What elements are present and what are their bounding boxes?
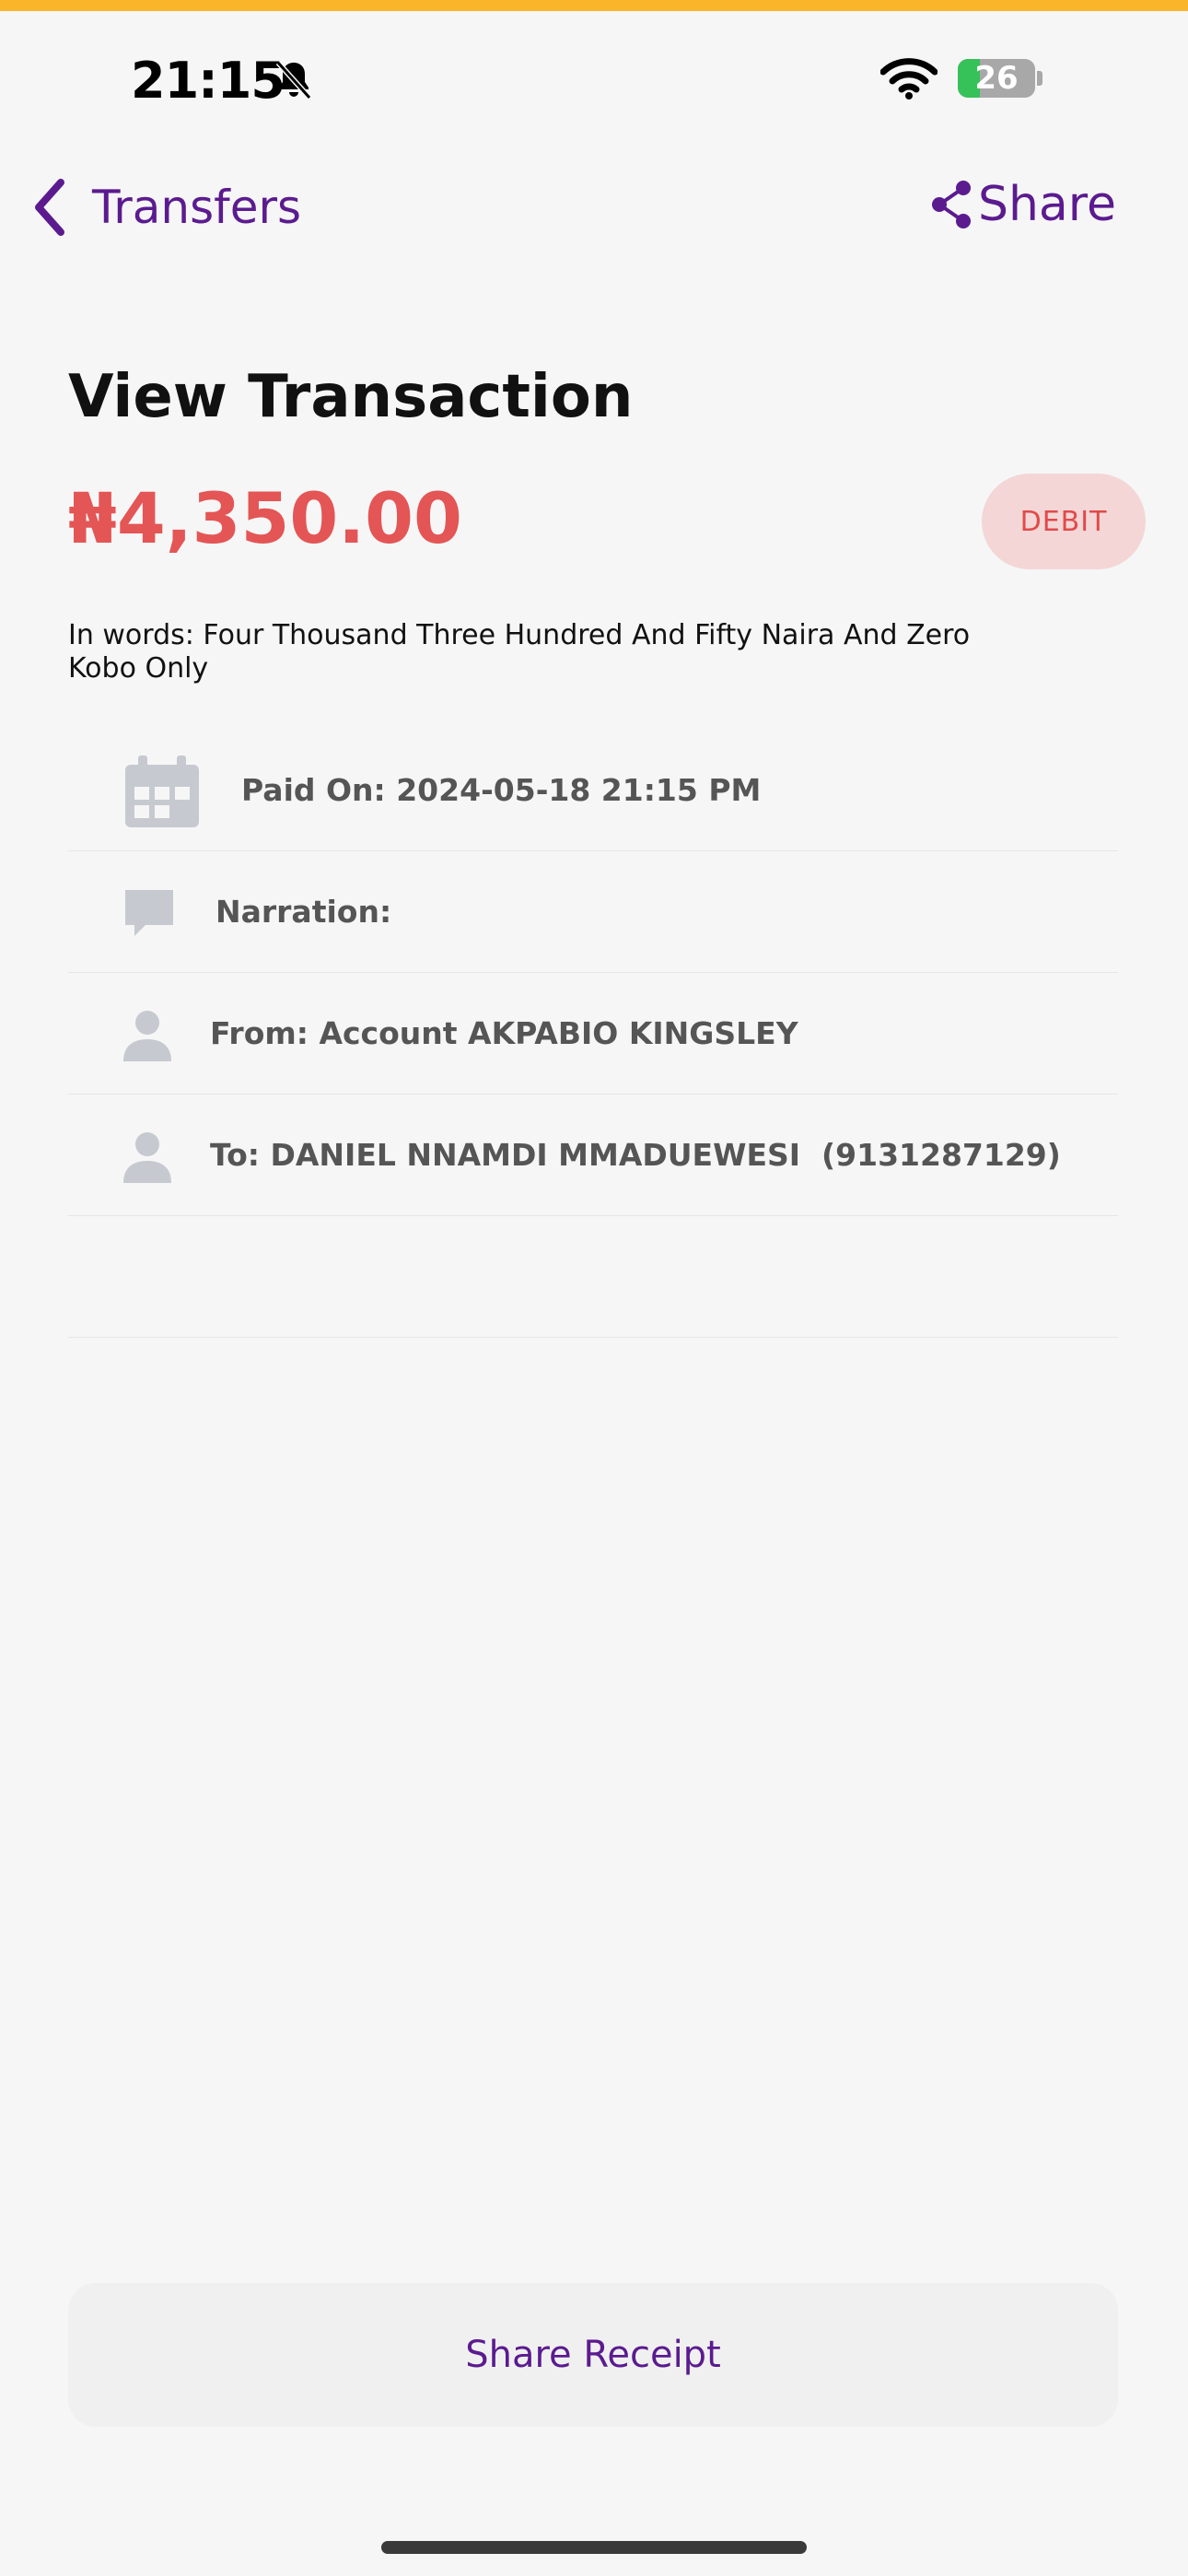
share-button[interactable]: Share (928, 177, 1116, 232)
battery-level: 26 (974, 60, 1019, 97)
detail-row-to: To: DANIEL NNAMDI MMADUEWESI (9131287129… (68, 1095, 1118, 1216)
detail-row-from: From: Account AKPABIO KINGSLEY (68, 973, 1118, 1095)
comment-icon (125, 890, 173, 936)
detail-row-narration: Narration: (68, 851, 1118, 973)
bell-slash-icon (275, 60, 312, 100)
from-text: From: Account AKPABIO KINGSLEY (210, 1015, 798, 1051)
page-title: View Transaction (68, 363, 634, 431)
wifi-icon (880, 58, 938, 100)
back-button[interactable]: Transfers (28, 175, 301, 240)
share-icon (931, 181, 971, 228)
share-receipt-button[interactable]: Share Receipt (68, 2283, 1118, 2427)
person-icon (123, 1132, 171, 1183)
battery-charging-icon: 26 (958, 59, 1042, 98)
share-label: Share (977, 177, 1116, 232)
status-time: 21:15 (131, 52, 285, 110)
transaction-details: Paid On: 2024-05-18 21:15 PM Narration: … (68, 730, 1118, 1338)
transaction-amount: ₦4,350.00 (68, 477, 462, 559)
detail-row-paid-on: Paid On: 2024-05-18 21:15 PM (68, 730, 1118, 851)
debit-badge: DEBIT (982, 474, 1146, 569)
chevron-left-icon (35, 179, 64, 236)
paid-on-text: Paid On: 2024-05-18 21:15 PM (241, 772, 762, 808)
to-text: To: DANIEL NNAMDI MMADUEWESI (9131287129… (210, 1137, 1061, 1173)
detail-row-empty (68, 1216, 1118, 1338)
person-icon (123, 1011, 171, 1061)
top-accent-bar (0, 0, 1188, 11)
narration-text: Narration: (215, 894, 392, 930)
amount-in-words: In words: Four Thousand Three Hundred An… (68, 619, 971, 685)
home-indicator[interactable] (381, 2541, 807, 2554)
back-label: Transfers (92, 181, 302, 234)
calendar-icon (125, 755, 199, 827)
